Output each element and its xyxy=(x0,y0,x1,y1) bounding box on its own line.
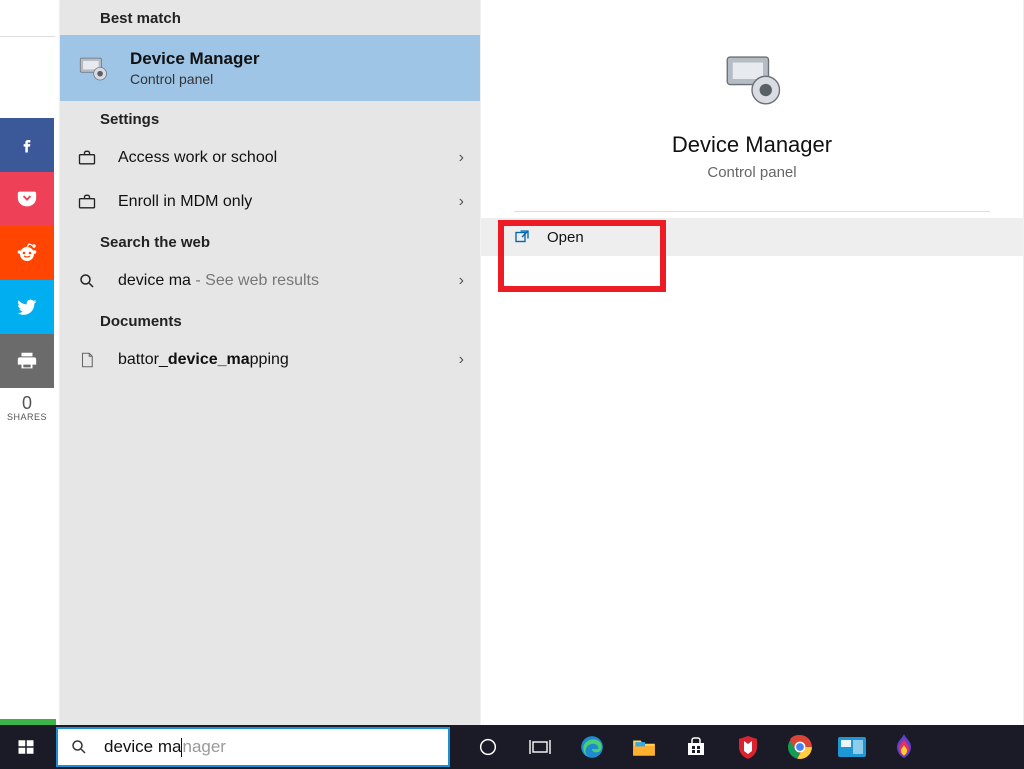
reddit-icon xyxy=(15,241,39,265)
start-search-panel: Best match Device Manager Control panel … xyxy=(60,0,1023,725)
best-match-item[interactable]: Device Manager Control panel xyxy=(60,35,480,101)
section-best-match: Best match xyxy=(60,0,480,35)
chevron-right-icon: › xyxy=(459,351,464,369)
share-sidebar: 0 SHARES xyxy=(0,118,54,432)
mcafee-icon xyxy=(736,734,760,760)
web-search-label: device ma - See web results xyxy=(118,272,459,290)
device-manager-large-icon xyxy=(719,46,785,112)
settings-item-label: Enroll in MDM only xyxy=(118,193,459,211)
section-documents: Documents xyxy=(60,303,480,338)
page-divider xyxy=(0,36,55,37)
pocket-share-button[interactable] xyxy=(0,172,54,226)
chevron-right-icon: › xyxy=(459,193,464,211)
print-share-button[interactable] xyxy=(0,334,54,388)
taskbar-search[interactable]: device manager xyxy=(56,727,450,767)
chrome-icon xyxy=(787,734,813,760)
print-icon xyxy=(16,350,38,372)
section-web: Search the web xyxy=(60,224,480,259)
search-input[interactable] xyxy=(100,737,448,757)
device-manager-icon xyxy=(74,49,112,87)
twitter-share-button[interactable] xyxy=(0,280,54,334)
best-match-title: Device Manager xyxy=(130,49,259,69)
folder-icon xyxy=(631,736,657,758)
detail-subtitle: Control panel xyxy=(707,164,796,181)
mcafee-button[interactable] xyxy=(732,731,764,763)
cortana-icon xyxy=(477,736,499,758)
pocket-icon xyxy=(16,188,38,210)
results-column: Best match Device Manager Control panel … xyxy=(60,0,480,725)
detail-header: Device Manager Control panel xyxy=(481,0,1023,211)
edge-button[interactable] xyxy=(576,731,608,763)
microsoft-store-button[interactable] xyxy=(680,731,712,763)
chevron-right-icon: › xyxy=(459,272,464,290)
settings-item-enroll-mdm[interactable]: Enroll in MDM only › xyxy=(60,180,480,224)
share-count-number: 0 xyxy=(0,394,54,412)
open-action[interactable]: Open xyxy=(481,218,1023,256)
share-count-label: SHARES xyxy=(0,412,54,422)
facebook-share-button[interactable] xyxy=(0,118,54,172)
document-icon xyxy=(76,349,98,371)
chrome-button[interactable] xyxy=(784,731,816,763)
chevron-right-icon: › xyxy=(459,149,464,167)
detail-column: Device Manager Control panel Open xyxy=(480,0,1023,725)
reddit-share-button[interactable] xyxy=(0,226,54,280)
taskbar-tray xyxy=(472,725,920,769)
twitter-icon xyxy=(16,296,38,318)
search-icon xyxy=(58,738,100,756)
share-count: 0 SHARES xyxy=(0,388,54,432)
section-settings: Settings xyxy=(60,101,480,136)
open-action-label: Open xyxy=(547,229,584,246)
start-button[interactable] xyxy=(0,725,52,769)
app-icon xyxy=(838,737,866,757)
settings-item-label: Access work or school xyxy=(118,149,459,167)
paint-button[interactable] xyxy=(888,731,920,763)
app-button[interactable] xyxy=(836,731,868,763)
web-search-item[interactable]: device ma - See web results › xyxy=(60,259,480,303)
detail-title: Device Manager xyxy=(672,132,832,158)
detail-divider xyxy=(514,211,991,212)
best-match-subtitle: Control panel xyxy=(130,71,259,87)
briefcase-icon xyxy=(76,147,98,169)
search-icon xyxy=(76,270,98,292)
edge-icon xyxy=(579,734,605,760)
cortana-button[interactable] xyxy=(472,731,504,763)
task-view-button[interactable] xyxy=(524,731,556,763)
file-explorer-button[interactable] xyxy=(628,731,660,763)
taskbar: device manager xyxy=(0,725,1024,769)
task-view-icon xyxy=(528,737,552,757)
store-icon xyxy=(684,735,708,759)
facebook-icon xyxy=(17,135,37,155)
open-icon xyxy=(513,228,531,246)
windows-icon xyxy=(17,738,35,756)
briefcase-icon xyxy=(76,191,98,213)
settings-item-access-work-school[interactable]: Access work or school › xyxy=(60,136,480,180)
document-item[interactable]: battor_device_mapping › xyxy=(60,338,480,382)
document-label: battor_device_mapping xyxy=(118,351,459,369)
flame-icon xyxy=(893,734,915,760)
